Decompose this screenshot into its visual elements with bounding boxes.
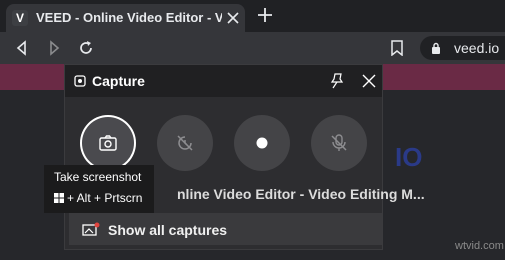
capture-widget-icon (74, 75, 86, 87)
forward-icon[interactable] (46, 40, 62, 56)
tooltip-shortcut: + Alt + Prtscrn (54, 191, 142, 206)
browser-toolbar: veed.io (0, 32, 505, 64)
reload-icon[interactable] (78, 40, 94, 56)
take-screenshot-button[interactable] (80, 115, 136, 171)
capture-header: Capture (65, 65, 382, 97)
tab-title: VEED - Online Video Editor - Video Editi… (36, 10, 222, 25)
back-icon[interactable] (14, 40, 30, 56)
capture-title: Capture (92, 73, 145, 89)
gallery-icon (82, 222, 100, 236)
record-last-30s-icon (177, 135, 193, 151)
shortcut-text: + Alt + Prtscrn (67, 191, 143, 205)
screenshot-tooltip: Take screenshot + Alt + Prtscrn (44, 165, 154, 213)
pin-icon[interactable] (330, 73, 344, 89)
tab-close-icon[interactable] (227, 12, 239, 24)
mic-toggle-button[interactable] (311, 115, 367, 171)
tab-strip: V VEED - Online Video Editor - Video Edi… (0, 0, 505, 32)
close-icon[interactable] (362, 74, 376, 88)
url-text: veed.io (454, 40, 500, 56)
captured-window-title: nline Video Editor - Video Editing M... (177, 186, 425, 202)
record-last-30s-button[interactable] (157, 115, 213, 171)
mic-off-icon (331, 134, 347, 151)
show-all-captures-button[interactable]: Show all captures (69, 213, 382, 245)
lock-icon (432, 42, 440, 54)
bookmark-icon[interactable] (390, 40, 404, 56)
tooltip-title: Take screenshot (54, 170, 142, 184)
new-tab-icon[interactable] (256, 6, 274, 24)
start-recording-button[interactable] (234, 115, 290, 171)
address-bar[interactable]: veed.io (420, 36, 505, 60)
camera-icon (99, 135, 117, 151)
browser-tab[interactable]: V VEED - Online Video Editor - Video Edi… (6, 4, 245, 32)
watermark: wtvid.com (455, 240, 504, 252)
show-all-captures-label: Show all captures (108, 222, 228, 238)
capture-widget: Capture nline Video Editor - Video Editi… (64, 64, 425, 250)
record-dot-icon (256, 137, 268, 149)
page-heading-fragment: IO (395, 142, 423, 172)
veed-favicon-icon: V (12, 10, 28, 26)
windows-logo-icon (54, 193, 64, 203)
